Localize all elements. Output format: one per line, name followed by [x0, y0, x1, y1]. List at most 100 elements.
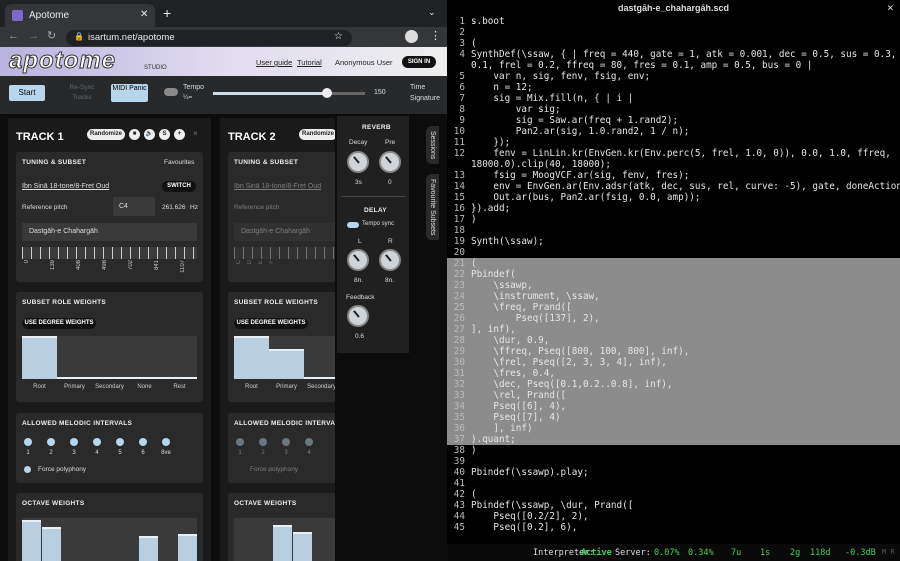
code-line[interactable]: 1 s.boot	[447, 16, 900, 27]
code-line[interactable]: 32 \dec, Pseq([0.1,0.2..0.8], inf),	[447, 379, 900, 390]
new-tab-icon[interactable]: +	[163, 5, 171, 21]
interval-toggle[interactable]	[259, 438, 267, 446]
code-line[interactable]: 26 Pseq([137], 2),	[447, 313, 900, 324]
code-text[interactable]: \dec, Pseq([0.1,0.2..0.8], inf),	[471, 379, 672, 390]
code-text[interactable]: fenv = LinLin.kr(EnvGen.kr(Env.perc(5, f…	[471, 148, 890, 159]
interval-toggle[interactable]	[24, 438, 32, 446]
favourite-subsets-tab[interactable]: Favourite Subsets	[426, 174, 439, 241]
code-text[interactable]: \instrument, \ssaw,	[471, 291, 599, 302]
code-text[interactable]: ).quant;	[471, 434, 516, 445]
code-line[interactable]: 12 fenv = LinLin.kr(EnvGen.kr(Env.perc(5…	[447, 148, 900, 159]
code-text[interactable]: \dur, 0.9,	[471, 335, 549, 346]
sign-in-button[interactable]: SIGN IN	[402, 56, 436, 68]
code-line[interactable]: 41	[447, 478, 900, 489]
interval-toggle[interactable]	[139, 438, 147, 446]
preset-select[interactable]: Dastgāh-e Chahargāh	[234, 223, 335, 241]
octave-bar[interactable]	[139, 536, 158, 561]
code-text[interactable]: Pan2.ar(sig, 1.0.rand2, 1 / n);	[471, 126, 690, 137]
code-line[interactable]: 31 \fres, 0.4,	[447, 368, 900, 379]
code-line[interactable]: 34 Pseq([6], 4),	[447, 401, 900, 412]
code-text[interactable]: )	[471, 214, 477, 225]
code-line[interactable]: 23 \ssawp,	[447, 280, 900, 291]
close-track-icon[interactable]: ×	[193, 129, 198, 138]
tempo-toggle[interactable]	[164, 88, 178, 96]
code-line[interactable]: 21 (	[447, 258, 900, 269]
tempo-sync-toggle[interactable]	[347, 222, 359, 228]
code-line[interactable]: 42 (	[447, 489, 900, 500]
code-text[interactable]: Pseq([6], 4),	[471, 401, 566, 412]
midi-panic-button[interactable]: MIDI Panic	[111, 84, 148, 102]
code-line[interactable]: 4 SynthDef(\ssaw, { | freq = 440, gate = …	[447, 49, 900, 60]
code-text[interactable]: SynthDef(\ssaw, { | freq = 440, gate = 1…	[471, 49, 900, 60]
code-line[interactable]: 9 sig = Saw.ar(freq + 1.rand2);	[447, 115, 900, 126]
code-text[interactable]: ], inf),	[471, 324, 516, 335]
link-tutorial[interactable]: Tutorial	[297, 58, 322, 67]
forward-icon[interactable]: →	[28, 30, 39, 42]
weight-bar[interactable]	[22, 336, 57, 379]
code-line[interactable]: 45 Pseq([0.2], 6),	[447, 522, 900, 533]
code-text[interactable]: fsig = MoogVCF.ar(sig, fenv, fres);	[471, 170, 689, 181]
octave-bar[interactable]	[273, 524, 292, 561]
back-icon[interactable]: ←	[8, 30, 19, 42]
ref-note-select[interactable]: C4	[113, 197, 155, 216]
code-line[interactable]: 28 \dur, 0.9,	[447, 335, 900, 346]
weight-bar[interactable]	[92, 377, 127, 379]
code-text[interactable]: \fres, 0.4,	[471, 368, 555, 379]
code-text[interactable]: Pseq([7], 4)	[471, 412, 560, 423]
url-input[interactable]: 🔒 isartum.net/apotome ☆	[66, 30, 352, 46]
code-line[interactable]: 40 Pbindef(\ssawp).play;	[447, 467, 900, 478]
code-line[interactable]: 14 env = EnvGen.ar(Env.adsr(atk, dec, su…	[447, 181, 900, 192]
code-text[interactable]: Pbindef(\ssawp).play;	[471, 467, 589, 478]
code-text[interactable]: )	[471, 445, 477, 456]
close-icon[interactable]: ✕	[140, 9, 148, 20]
code-line[interactable]: 17)	[447, 214, 900, 225]
tempo-thumb[interactable]	[322, 88, 332, 98]
bookmark-icon[interactable]: ☆	[334, 31, 343, 42]
chevron-down-icon[interactable]: ⌄	[428, 7, 436, 18]
weight-bar[interactable]	[269, 348, 304, 379]
interval-toggle[interactable]	[47, 438, 55, 446]
code-line[interactable]: 37).quant;	[447, 434, 900, 445]
code-line[interactable]: 39	[447, 456, 900, 467]
ref-hz-input[interactable]: 261.626	[162, 204, 186, 211]
code-line[interactable]: 20	[447, 247, 900, 258]
stop-icon[interactable]: ■	[129, 129, 140, 140]
code-line[interactable]: 43 Pbindef(\ssawp, \dur, Prand([	[447, 500, 900, 511]
code-text[interactable]: ], inf)	[471, 423, 532, 434]
code-text[interactable]: });	[471, 137, 510, 148]
code-text[interactable]: 0.1, frel = 0.2, ffreq = 80, fres = 0.1,…	[471, 60, 812, 71]
code-text[interactable]: var sig;	[471, 104, 561, 115]
resync-button[interactable]: Re-Sync Tracks	[62, 83, 102, 105]
code-line[interactable]: 0.1, frel = 0.2, ffreq = 80, fres = 0.1,…	[447, 60, 900, 71]
delay-r-knob[interactable]	[379, 249, 401, 271]
code-text[interactable]: Pseq([137], 2),	[471, 313, 600, 324]
octave-bar[interactable]	[22, 520, 41, 561]
start-button[interactable]: Start	[9, 85, 45, 101]
code-line[interactable]: 36 ], inf)	[447, 423, 900, 434]
interval-toggle[interactable]	[70, 438, 78, 446]
code-text[interactable]: \frel, Pseq([2, 3, 3, 4], inf),	[471, 357, 667, 368]
code-text[interactable]: sig = Mix.fill(n, { | i |	[471, 93, 633, 104]
weights-bars[interactable]	[234, 336, 335, 379]
code-line[interactable]: 25 \freq, Prand([	[447, 302, 900, 313]
interval-toggle[interactable]	[116, 438, 124, 446]
browser-tab[interactable]: Apotome ✕	[5, 4, 155, 28]
code-text[interactable]: Pbindef(	[471, 269, 516, 280]
pre-knob[interactable]	[379, 151, 401, 173]
interval-toggle[interactable]	[305, 438, 313, 446]
code-text[interactable]: \ffreq, Pseq([800, 100, 800], inf),	[471, 346, 689, 357]
code-text[interactable]: Out.ar(bus, Pan2.ar(fsig, 0.0, amp));	[471, 192, 700, 203]
code-text[interactable]: (	[471, 38, 477, 49]
close-icon[interactable]: ×	[887, 1, 894, 14]
weights-bars[interactable]	[22, 336, 197, 379]
code-line[interactable]: 44 Pseq([0.2/2], 2),	[447, 511, 900, 522]
tempo-value[interactable]: 150	[374, 89, 386, 96]
code-text[interactable]: Pseq([0.2], 6),	[471, 522, 577, 533]
code-line[interactable]: 10 Pan2.ar(sig, 1.0.rand2, 1 / n);	[447, 126, 900, 137]
code-line[interactable]: 35 Pseq([7], 4)	[447, 412, 900, 423]
code-text[interactable]: var n, sig, fenv, fsig, env;	[471, 71, 650, 82]
code-text[interactable]: (	[471, 258, 477, 269]
interval-toggle[interactable]	[282, 438, 290, 446]
weight-bar[interactable]	[162, 377, 197, 379]
code-line[interactable]: 6 n = 12;	[447, 82, 900, 93]
